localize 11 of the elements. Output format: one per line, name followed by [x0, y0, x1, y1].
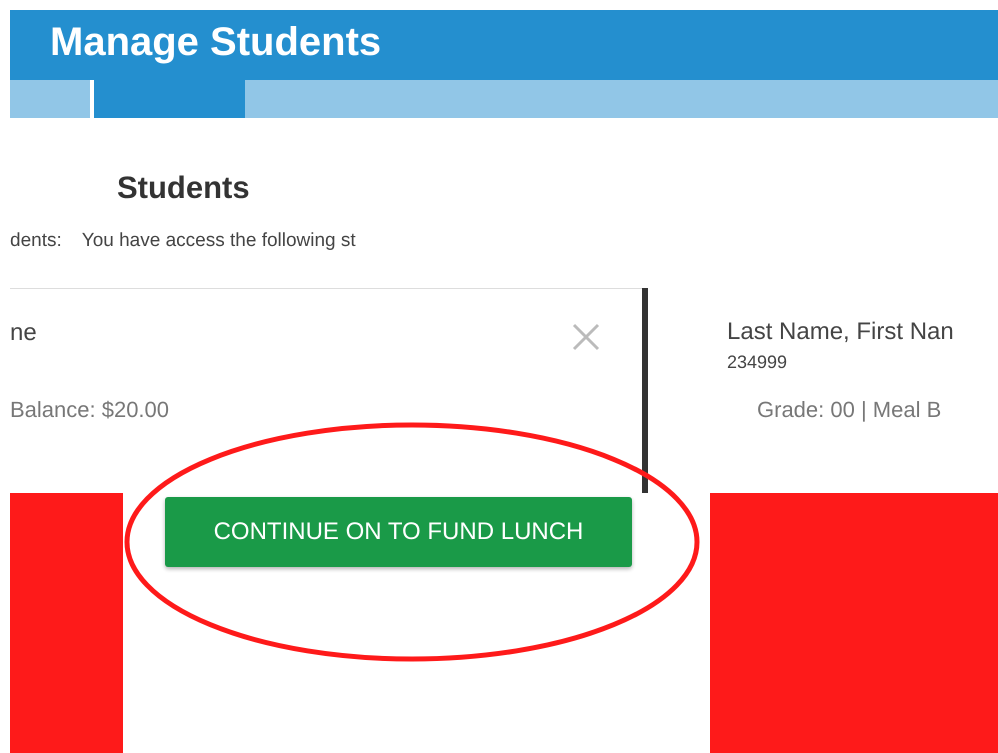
- intro-text: dents:: [10, 230, 62, 252]
- student-detail: Balance: $20.00: [10, 397, 170, 423]
- student-detail: Grade: 00 | Meal B: [756, 397, 942, 423]
- section-heading: Students: [117, 170, 251, 206]
- student-name: ne: [10, 319, 37, 347]
- continue-button[interactable]: CONTINUE ON TO FUND LUNCH: [165, 497, 632, 567]
- page-title: Manage Students: [50, 22, 382, 62]
- student-id: 234999: [727, 352, 788, 373]
- intro-text: You have access the following st: [82, 230, 356, 252]
- student-name: Last Name, First Nan: [727, 318, 954, 346]
- close-icon[interactable]: [572, 323, 600, 351]
